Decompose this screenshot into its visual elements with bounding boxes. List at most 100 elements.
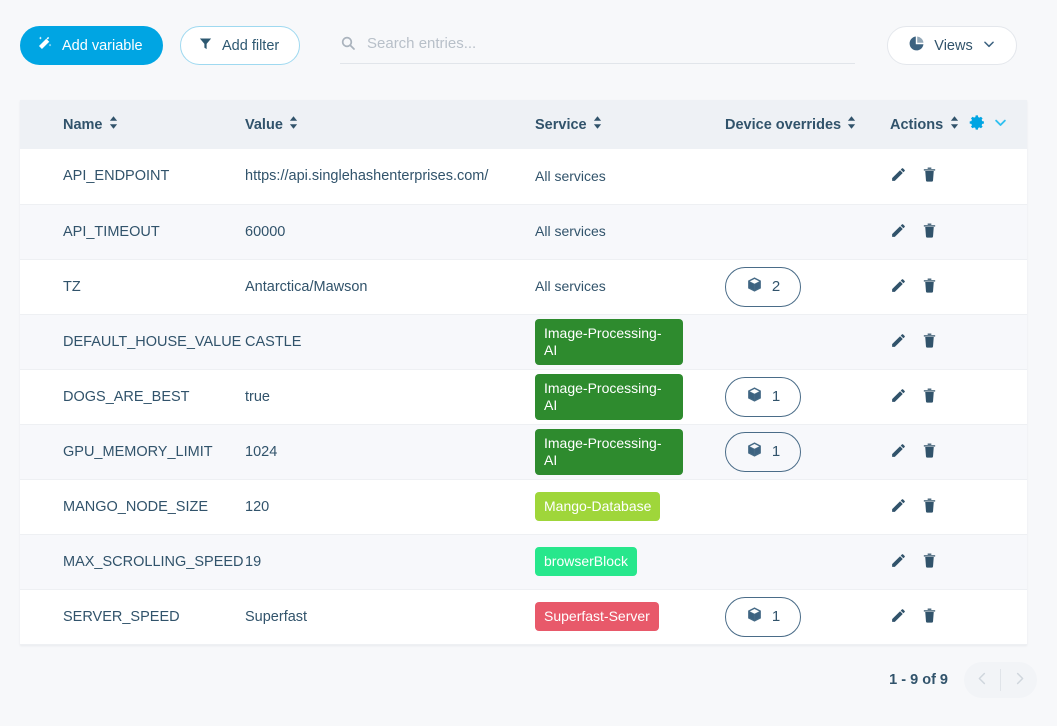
edit-row-button[interactable] — [890, 222, 907, 242]
table-row[interactable]: API_ENDPOINT https://api.singlehashenterp… — [20, 149, 1027, 204]
chevron-down-icon[interactable] — [993, 115, 1008, 134]
cell-value: 1024 — [245, 443, 278, 460]
sort-icon — [289, 116, 298, 133]
variables-table-card: Name Value Service Device overrides Acti… — [20, 100, 1027, 645]
table-row[interactable]: DOGS_ARE_BEST true Image-Processing-AI 1 — [20, 369, 1027, 424]
cell-name: MAX_SCROLLING_SPEED — [63, 553, 244, 570]
table-head: Name Value Service Device overrides Acti… — [20, 100, 1027, 149]
edit-row-button[interactable] — [890, 552, 907, 572]
table-row[interactable]: DEFAULT_HOUSE_VALUE CASTLE Image-Processin… — [20, 314, 1027, 369]
cell-actions — [890, 369, 1027, 424]
add-variable-button[interactable]: Add variable — [20, 26, 163, 65]
edit-row-button[interactable] — [890, 387, 907, 407]
cell-service: All services — [535, 259, 725, 314]
table-row[interactable]: MANGO_NODE_SIZE 120 Mango-Database — [20, 479, 1027, 534]
next-page-button[interactable] — [1001, 662, 1037, 698]
device-overrides-count: 1 — [771, 443, 781, 460]
table-body: API_ENDPOINT https://api.singlehashenterp… — [20, 149, 1027, 644]
cell-value: https://api.singlehashenterprises.com/ — [245, 168, 489, 185]
cell-name: MANGO_NODE_SIZE — [63, 498, 209, 515]
table-row[interactable]: API_TIMEOUT 60000 All services — [20, 204, 1027, 259]
pencil-icon — [890, 166, 907, 186]
delete-row-button[interactable] — [921, 607, 938, 627]
column-header-name[interactable]: Name — [20, 100, 245, 149]
column-header-name-label: Name — [63, 116, 103, 133]
device-overrides-pill[interactable]: 1 — [725, 596, 801, 637]
cell-actions — [890, 424, 1027, 479]
column-header-service[interactable]: Service — [535, 100, 725, 149]
pencil-icon — [890, 497, 907, 517]
cell-service: Superfast-Server — [535, 589, 725, 644]
edit-row-button[interactable] — [890, 497, 907, 517]
previous-page-button[interactable] — [964, 662, 1000, 698]
cell-value: 120 — [245, 498, 270, 515]
table-row[interactable]: SERVER_SPEED Superfast Superfast-Server 1 — [20, 589, 1027, 644]
column-header-device-overrides[interactable]: Device overrides — [725, 100, 890, 149]
package-box-icon — [746, 386, 763, 407]
column-header-actions[interactable]: Actions — [890, 100, 1027, 149]
cell-device-overrides — [725, 479, 890, 534]
add-filter-button[interactable]: Add filter — [180, 26, 301, 65]
column-header-value[interactable]: Value — [245, 100, 535, 149]
delete-row-button[interactable] — [921, 277, 938, 297]
delete-row-button[interactable] — [921, 497, 938, 517]
cell-actions — [890, 314, 1027, 369]
delete-row-button[interactable] — [921, 332, 938, 352]
trash-icon — [921, 277, 938, 297]
chevron-down-icon — [982, 37, 996, 55]
edit-row-button[interactable] — [890, 166, 907, 186]
cell-service: Image-Processing-AI — [535, 424, 725, 479]
cell-device-overrides — [725, 149, 890, 204]
cell-actions — [890, 259, 1027, 314]
cell-service: All services — [535, 149, 725, 204]
device-overrides-pill[interactable]: 1 — [725, 376, 801, 417]
service-badge: All services — [535, 167, 606, 184]
pencil-icon — [890, 332, 907, 352]
delete-row-button[interactable] — [921, 166, 938, 186]
device-overrides-pill[interactable]: 1 — [725, 431, 801, 472]
gear-icon[interactable] — [969, 114, 986, 135]
cell-actions — [890, 204, 1027, 259]
service-badge: browserBlock — [535, 547, 638, 576]
cell-value: 60000 — [245, 223, 286, 240]
funnel-icon — [198, 36, 213, 55]
pie-chart-icon — [908, 35, 925, 56]
edit-row-button[interactable] — [890, 332, 907, 352]
edit-row-button[interactable] — [890, 607, 907, 627]
edit-row-button[interactable] — [890, 277, 907, 297]
pencil-icon — [890, 387, 907, 407]
table-row[interactable]: TZ Antarctica/Mawson All services 2 — [20, 259, 1027, 314]
service-badge: Superfast-Server — [535, 602, 659, 631]
pencil-icon — [890, 277, 907, 297]
variables-table: Name Value Service Device overrides Acti… — [20, 100, 1027, 645]
cell-actions — [890, 589, 1027, 644]
service-badge: Image-Processing-AI — [535, 373, 683, 420]
device-overrides-count: 1 — [771, 388, 781, 405]
cell-value: CASTLE — [245, 333, 302, 350]
package-box-icon — [746, 276, 763, 297]
device-overrides-count: 2 — [771, 278, 781, 295]
search-field[interactable] — [340, 28, 855, 64]
column-header-actions-label: Actions — [890, 116, 944, 133]
device-overrides-pill[interactable]: 2 — [725, 266, 801, 307]
views-button[interactable]: Views — [887, 26, 1017, 65]
delete-row-button[interactable] — [921, 387, 938, 407]
chevron-right-icon — [1012, 671, 1027, 689]
delete-row-button[interactable] — [921, 442, 938, 462]
search-input[interactable] — [367, 35, 855, 56]
cell-device-overrides — [725, 204, 890, 259]
chevron-left-icon — [975, 671, 990, 689]
delete-row-button[interactable] — [921, 552, 938, 572]
cell-service: Mango-Database — [535, 479, 725, 534]
delete-row-button[interactable] — [921, 222, 938, 242]
edit-row-button[interactable] — [890, 442, 907, 462]
variables-page: Add variable Add filter Search entries..… — [0, 0, 1057, 726]
cell-value: Superfast — [245, 608, 308, 625]
cell-actions — [890, 149, 1027, 204]
table-row[interactable]: MAX_SCROLLING_SPEED 19 browserBlock — [20, 534, 1027, 589]
toolbar: Add variable Add filter Search entries..… — [0, 0, 1057, 92]
trash-icon — [921, 387, 938, 407]
column-header-value-label: Value — [245, 116, 283, 133]
table-row[interactable]: GPU_MEMORY_LIMIT 1024 Image-Processing-AI 1 — [20, 424, 1027, 479]
cell-device-overrides: 1 — [725, 369, 890, 424]
